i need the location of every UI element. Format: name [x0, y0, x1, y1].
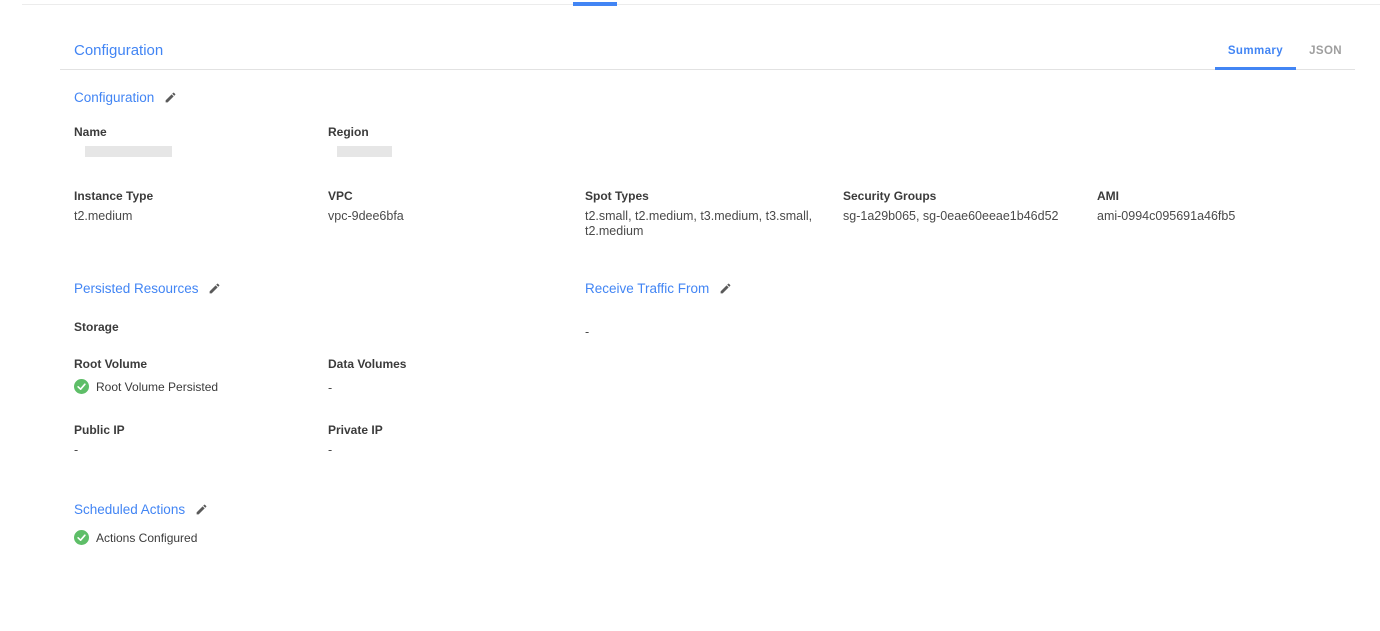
field-vpc: VPC vpc-9dee6bfa [328, 190, 585, 239]
section-persisted-resources-header: Persisted Resources [74, 281, 585, 296]
tab-summary[interactable]: Summary [1215, 45, 1296, 70]
field-security-groups-value: sg-1a29b065, sg-0eae60eeae1b46d52 [843, 209, 1067, 224]
middle-sections: Persisted Resources Storage Root Volume … [74, 281, 1380, 458]
field-name-redacted-value [85, 146, 172, 157]
field-data-volumes: Data Volumes - [328, 358, 585, 396]
field-security-groups-label: Security Groups [843, 190, 1067, 202]
tab-json-label: JSON [1309, 45, 1342, 57]
configuration-row-2: Instance Type t2.medium VPC vpc-9dee6bfa… [74, 190, 1380, 239]
check-circle-icon [74, 530, 89, 545]
field-private-ip-value: - [328, 443, 555, 458]
edit-scheduled-actions-button[interactable] [194, 503, 208, 517]
section-configuration-title: Configuration [74, 90, 154, 105]
section-persisted-resources-title: Persisted Resources [74, 281, 199, 296]
scheduled-actions-status-text: Actions Configured [96, 531, 197, 545]
root-volume-status: Root Volume Persisted [74, 379, 298, 394]
field-private-ip: Private IP - [328, 424, 585, 458]
field-data-volumes-value: - [328, 381, 555, 396]
edit-configuration-button[interactable] [163, 91, 177, 105]
section-configuration-header: Configuration [74, 90, 1380, 105]
field-region-label: Region [328, 126, 555, 138]
pencil-icon [164, 91, 177, 104]
volumes-row: Root Volume Root Volume Persisted Data V… [74, 358, 585, 396]
field-data-volumes-label: Data Volumes [328, 358, 555, 370]
pencil-icon [208, 282, 221, 295]
page-header: Configuration Summary JSON [60, 0, 1355, 70]
scheduled-actions-status: Actions Configured [74, 530, 1380, 545]
section-configuration: Configuration Name Region Instance Type … [74, 90, 1380, 239]
field-spot-types-value: t2.small, t2.medium, t3.medium, t3.small… [585, 209, 813, 239]
field-ami-value: ami-0994c095691a46fb5 [1097, 209, 1350, 224]
section-scheduled-actions-title: Scheduled Actions [74, 502, 185, 517]
tab-summary-label: Summary [1228, 45, 1283, 57]
view-tabbar: Summary JSON [1215, 45, 1355, 70]
field-vpc-label: VPC [328, 190, 555, 202]
section-receive-traffic-from-title: Receive Traffic From [585, 281, 709, 296]
pencil-icon [195, 503, 208, 516]
root-volume-status-text: Root Volume Persisted [96, 380, 218, 394]
receive-traffic-from-value: - [585, 325, 1380, 339]
field-name: Name [74, 126, 328, 157]
field-instance-type-value: t2.medium [74, 209, 298, 224]
field-security-groups: Security Groups sg-1a29b065, sg-0eae60ee… [843, 190, 1097, 239]
field-spot-types: Spot Types t2.small, t2.medium, t3.mediu… [585, 190, 843, 239]
field-ami-label: AMI [1097, 190, 1350, 202]
section-scheduled-actions: Scheduled Actions Actions Configured [74, 502, 1380, 545]
configuration-row-1: Name Region [74, 126, 1380, 157]
field-vpc-value: vpc-9dee6bfa [328, 209, 555, 224]
field-root-volume-label: Root Volume [74, 358, 298, 370]
pencil-icon [719, 282, 732, 295]
section-persisted-resources: Persisted Resources Storage Root Volume … [74, 281, 585, 458]
field-public-ip: Public IP - [74, 424, 328, 458]
field-public-ip-label: Public IP [74, 424, 298, 436]
section-receive-traffic-from: Receive Traffic From - [585, 281, 1380, 458]
section-receive-traffic-from-header: Receive Traffic From [585, 281, 1380, 296]
field-private-ip-label: Private IP [328, 424, 555, 436]
field-instance-type-label: Instance Type [74, 190, 298, 202]
page-title: Configuration [74, 42, 163, 59]
edit-persisted-resources-button[interactable] [208, 282, 222, 296]
tab-json[interactable]: JSON [1296, 45, 1355, 70]
storage-heading: Storage [74, 320, 585, 334]
field-ami: AMI ami-0994c095691a46fb5 [1097, 190, 1380, 239]
check-circle-icon [74, 379, 89, 394]
section-scheduled-actions-header: Scheduled Actions [74, 502, 1380, 517]
edit-receive-traffic-button[interactable] [718, 282, 732, 296]
field-public-ip-value: - [74, 443, 298, 458]
field-instance-type: Instance Type t2.medium [74, 190, 328, 239]
field-name-label: Name [74, 126, 298, 138]
ip-row: Public IP - Private IP - [74, 424, 585, 458]
field-root-volume: Root Volume Root Volume Persisted [74, 358, 328, 396]
field-spot-types-label: Spot Types [585, 190, 813, 202]
field-region: Region [328, 126, 585, 157]
summary-content: Configuration Name Region Instance Type … [74, 70, 1380, 545]
field-region-redacted-value [337, 146, 392, 157]
